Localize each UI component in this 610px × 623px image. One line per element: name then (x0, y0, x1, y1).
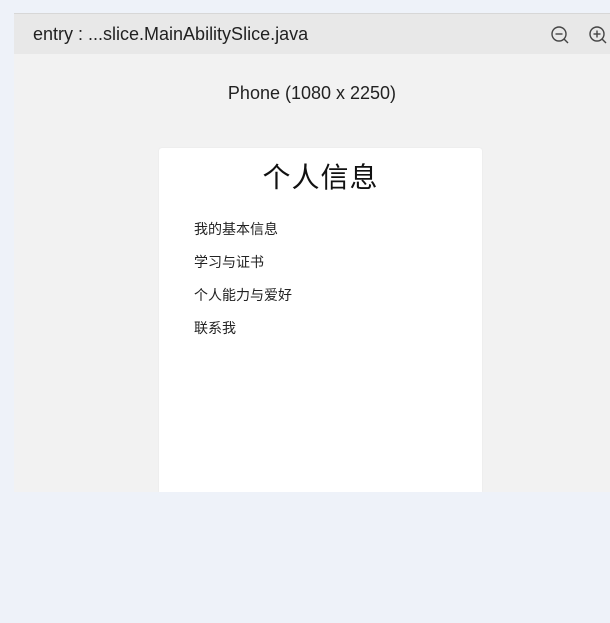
zoom-in-icon[interactable] (588, 25, 608, 45)
file-title: entry : ...slice.MainAbilitySlice.java (33, 24, 309, 44)
menu-list: 我的基本信息 学习与证书 个人能力与爱好 联系我 (194, 220, 292, 352)
previewer-titlebar: entry : ...slice.MainAbilitySlice.java (14, 14, 610, 54)
menu-item-study-certificates[interactable]: 学习与证书 (194, 253, 292, 286)
zoom-out-icon[interactable] (550, 25, 570, 45)
phone-screen: 个人信息 我的基本信息 学习与证书 个人能力与爱好 联系我 (159, 148, 482, 492)
menu-item-contact-me[interactable]: 联系我 (194, 319, 292, 352)
app-title: 个人信息 (262, 162, 379, 193)
previewer-panel: entry : ...slice.MainAbilitySlice.java P… (14, 13, 610, 492)
menu-item-abilities-hobbies[interactable]: 个人能力与爱好 (194, 286, 292, 319)
device-label: Phone (1080 x 2250) (227, 83, 397, 103)
menu-item-basic-info[interactable]: 我的基本信息 (194, 220, 292, 253)
